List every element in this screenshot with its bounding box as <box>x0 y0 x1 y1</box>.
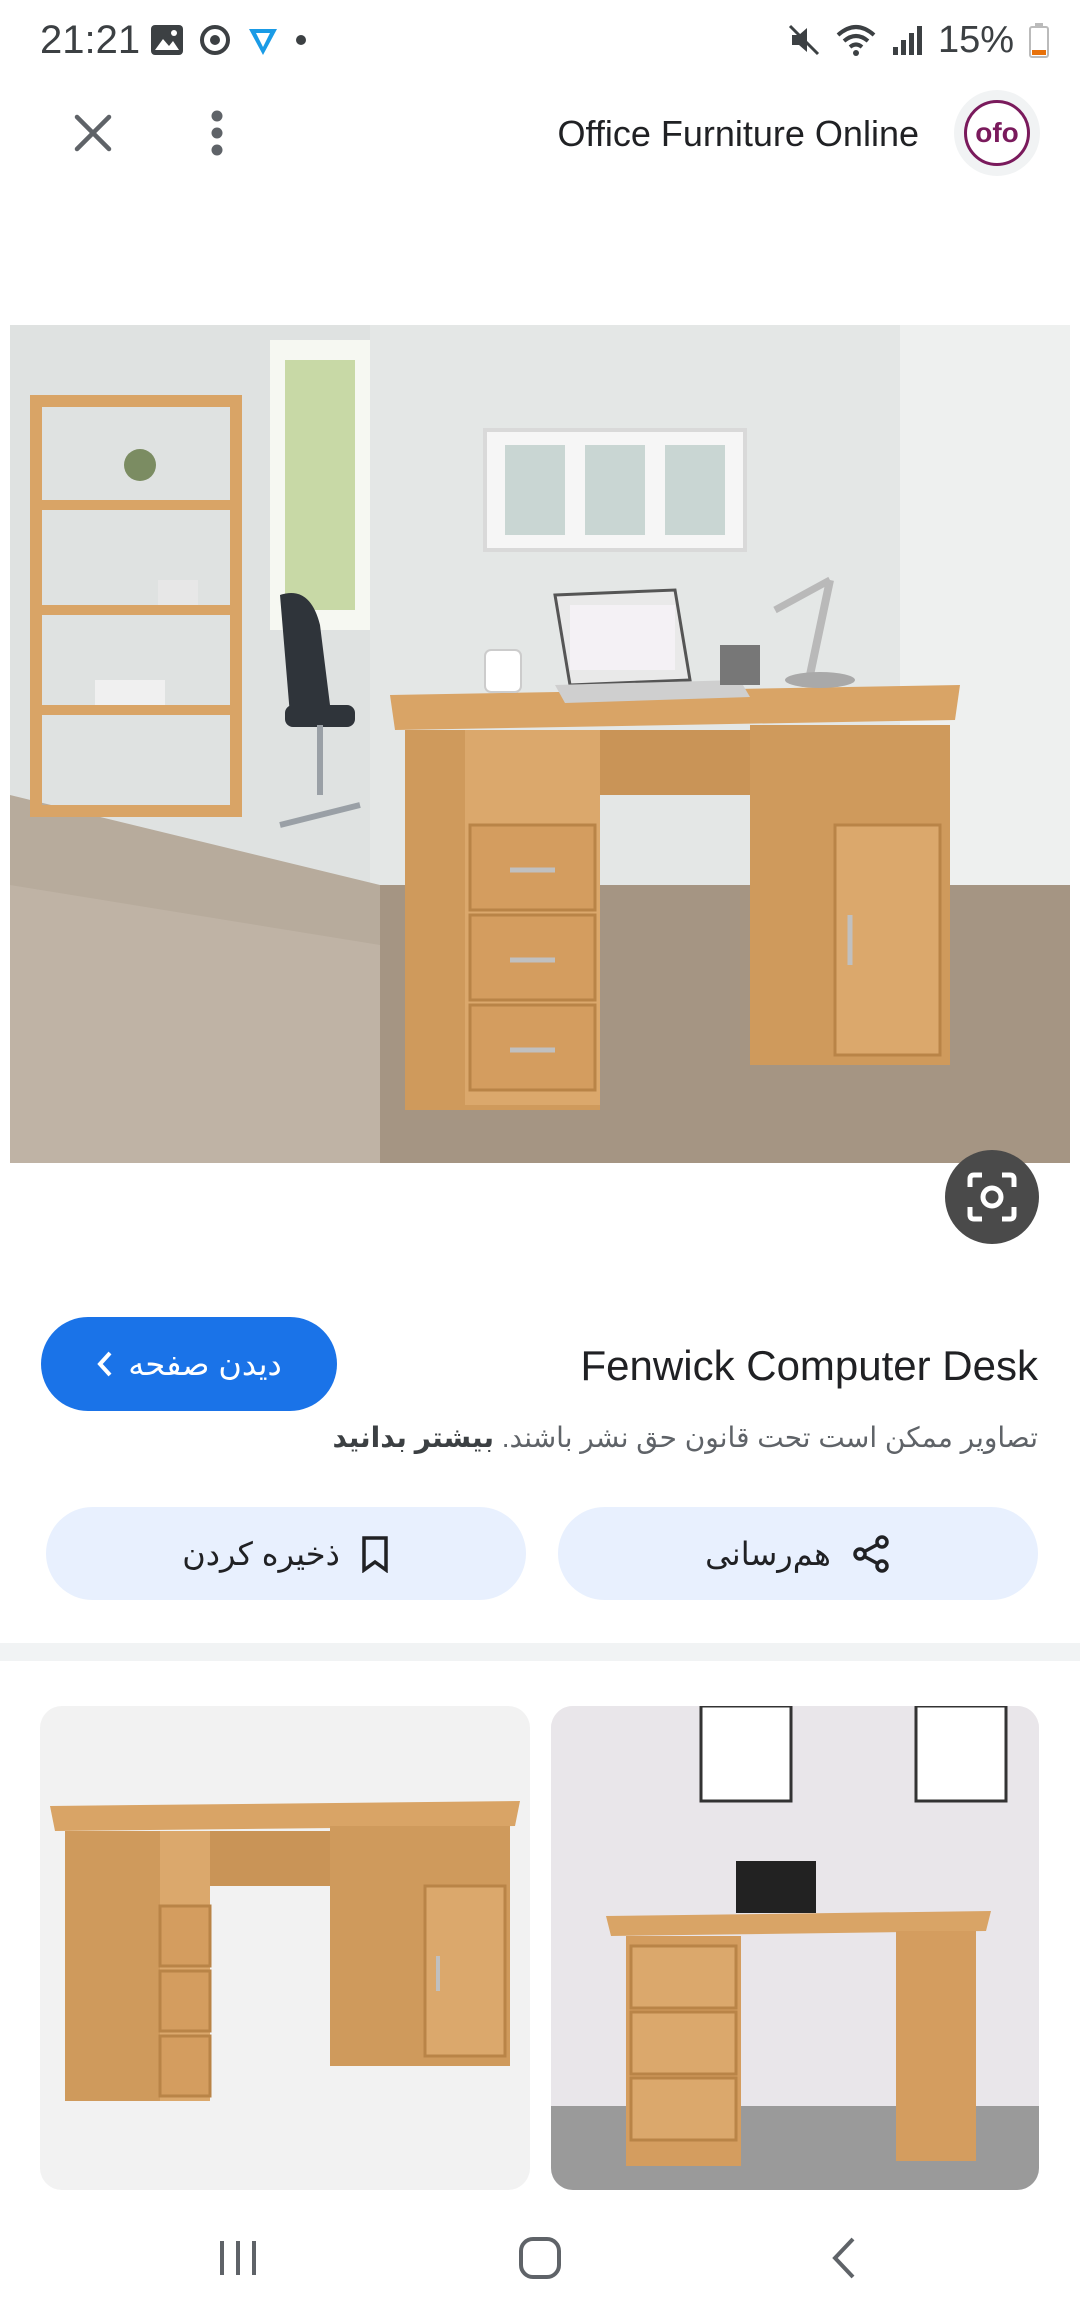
more-options-button[interactable] <box>184 100 250 166</box>
lens-search-button[interactable] <box>945 1150 1039 1244</box>
product-title: Fenwick Computer Desk <box>580 1342 1038 1389</box>
related-image-2[interactable] <box>551 1706 1039 2190</box>
signal-icon <box>892 26 922 55</box>
gallery-icon <box>151 25 183 55</box>
close-button[interactable] <box>60 100 126 166</box>
desk-room-thumbnail <box>551 1706 1039 2190</box>
learn-more-link[interactable]: بیشتر بدانید <box>333 1422 494 1453</box>
section-divider <box>0 1643 1080 1661</box>
wifi-icon <box>836 25 876 56</box>
visit-page-label: دیدن صفحه <box>128 1346 282 1382</box>
desk-room-illustration <box>10 325 1070 1163</box>
close-icon <box>74 114 112 152</box>
vpn-app-icon <box>249 29 277 55</box>
sync-icon <box>200 25 230 55</box>
share-label: هم‌رسانی <box>705 1535 831 1572</box>
status-notification-icons <box>150 20 308 60</box>
more-vert-icon <box>211 110 223 156</box>
battery-percent: 15% <box>937 18 1014 61</box>
recent-apps-icon <box>220 2241 256 2275</box>
copyright-text: تصاویر ممکن است تحت قانون حق نشر باشند. <box>501 1422 1038 1453</box>
save-label: ذخیره کردن <box>182 1535 340 1572</box>
share-button[interactable]: هم‌رسانی <box>558 1507 1038 1600</box>
copyright-notice: تصاویر ممکن است تحت قانون حق نشر باشند. … <box>333 1418 1038 1458</box>
visit-page-button[interactable]: دیدن صفحه <box>41 1317 337 1411</box>
status-time: 21:21 <box>40 18 141 62</box>
chevron-left-icon <box>97 1351 112 1377</box>
save-button[interactable]: ذخیره کردن <box>46 1507 526 1600</box>
dot-icon <box>296 35 306 45</box>
back-button[interactable] <box>806 2220 882 2296</box>
home-button[interactable] <box>502 2220 578 2296</box>
battery-icon <box>1029 23 1049 58</box>
desk-product-thumbnail <box>50 1801 520 2101</box>
site-name[interactable]: Office Furniture Online <box>558 108 920 160</box>
related-image-1[interactable] <box>40 1706 530 2190</box>
system-navigation-bar <box>0 2200 1080 2316</box>
bookmark-icon <box>362 1535 388 1573</box>
product-image[interactable] <box>10 325 1070 1163</box>
mute-icon <box>788 24 819 56</box>
site-logo[interactable]: ofo <box>954 90 1040 176</box>
site-logo-text: ofo <box>975 117 1019 148</box>
recent-apps-button[interactable] <box>200 2220 276 2296</box>
status-system-icons: 15% <box>786 14 1050 66</box>
share-icon <box>853 1534 889 1573</box>
home-icon <box>519 2237 561 2279</box>
lens-icon <box>967 1172 1017 1222</box>
back-icon <box>832 2237 855 2279</box>
